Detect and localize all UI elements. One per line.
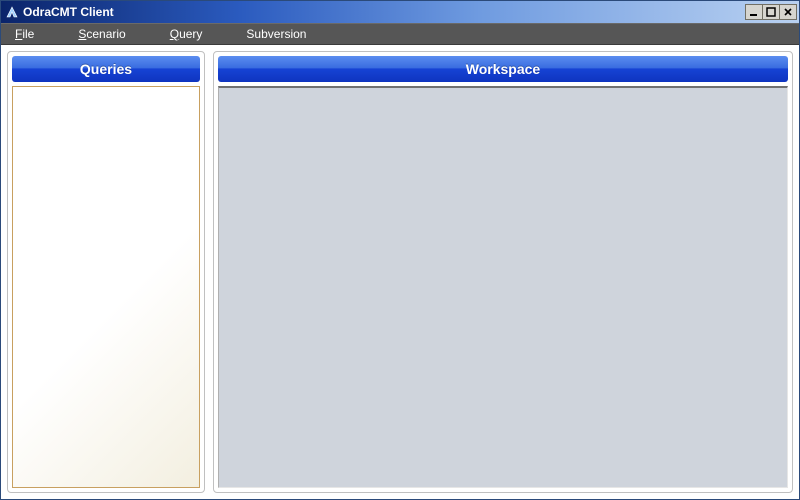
queries-panel-header: Queries <box>12 56 200 82</box>
menu-file-rest: ile <box>22 27 34 41</box>
app-icon <box>5 5 19 19</box>
queries-panel: Queries <box>7 51 205 493</box>
menu-query[interactable]: Query <box>164 25 209 43</box>
queries-list[interactable] <box>12 86 200 488</box>
title-left: OdraCMT Client <box>5 5 114 19</box>
window-title: OdraCMT Client <box>23 5 114 19</box>
menu-bar: File Scenario Query Subversion <box>1 23 799 45</box>
minimize-button[interactable] <box>745 4 763 20</box>
client-area: Queries Workspace <box>1 45 799 499</box>
workspace-panel: Workspace <box>213 51 793 493</box>
menu-file[interactable]: File <box>9 25 40 43</box>
title-bar[interactable]: OdraCMT Client <box>1 1 799 23</box>
app-window: OdraCMT Client File Scenario Query Subve… <box>0 0 800 500</box>
close-button[interactable] <box>779 4 797 20</box>
menu-mnemonic: Q <box>170 27 179 41</box>
workspace-panel-header: Workspace <box>218 56 788 82</box>
maximize-button[interactable] <box>762 4 780 20</box>
menu-scenario[interactable]: Scenario <box>72 25 131 43</box>
menu-scenario-rest: cenario <box>86 27 125 41</box>
menu-query-rest: uery <box>179 27 202 41</box>
workspace-area[interactable] <box>218 86 788 488</box>
menu-subversion[interactable]: Subversion <box>240 25 312 43</box>
window-controls <box>746 4 797 20</box>
